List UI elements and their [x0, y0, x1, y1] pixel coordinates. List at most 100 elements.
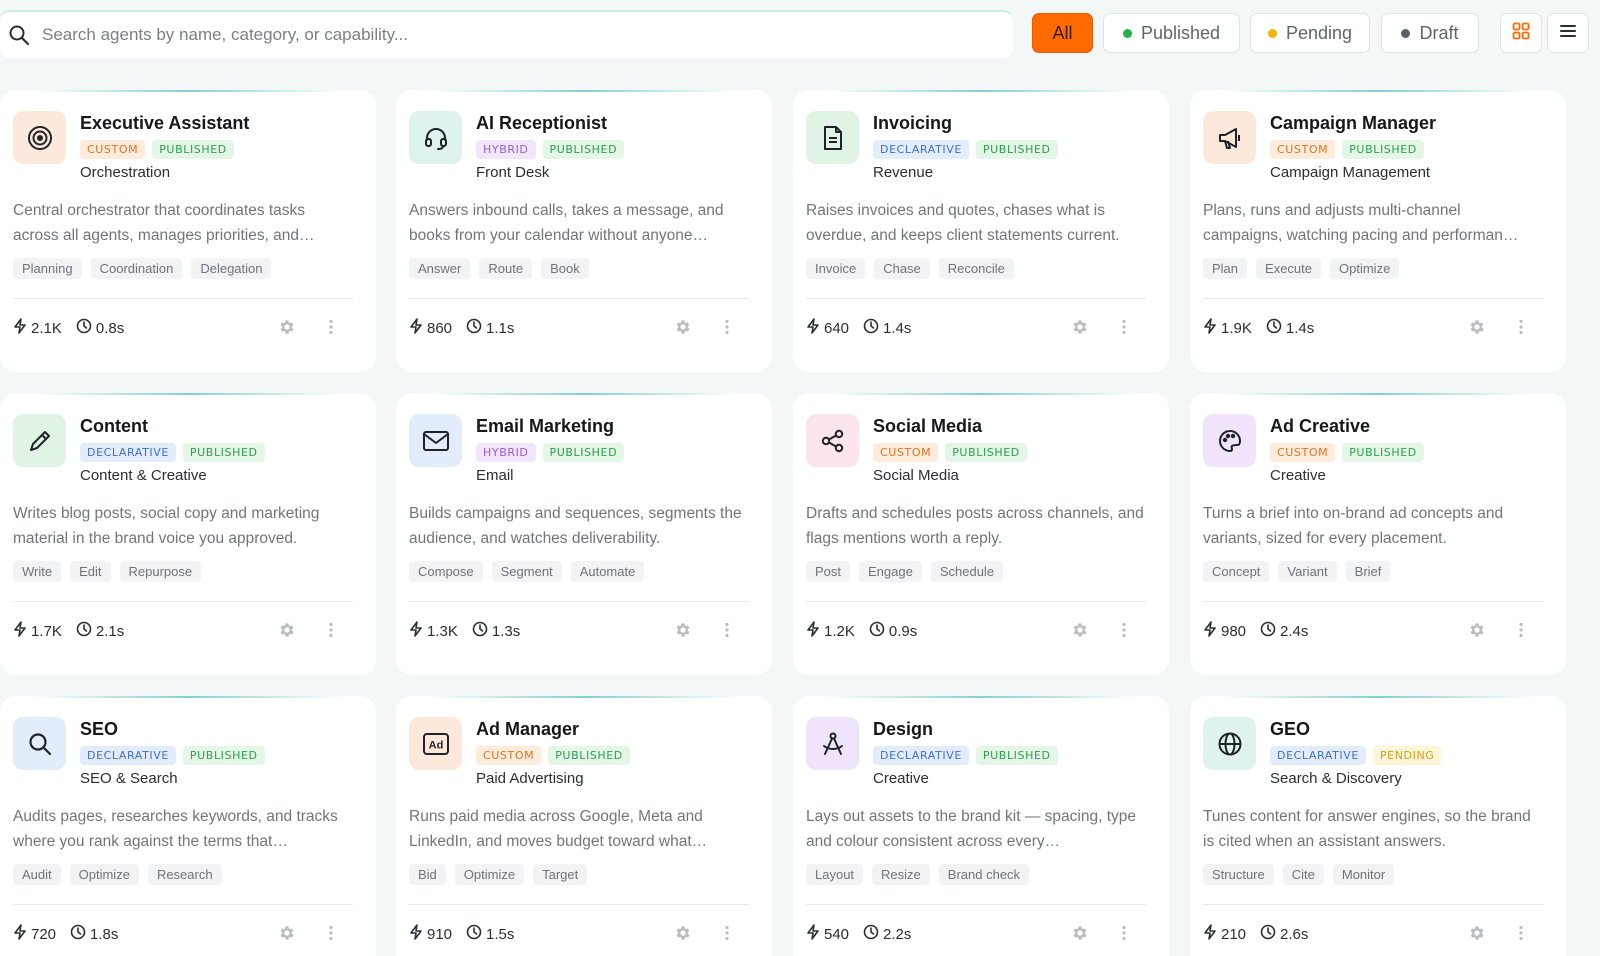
toolbar: Search agents by name, category, or capa…: [0, 8, 1600, 60]
status-badge: PENDING: [1372, 746, 1442, 765]
clock-icon: [76, 621, 92, 641]
more-options-icon[interactable]: [1511, 923, 1531, 943]
settings-gear-icon[interactable]: [1467, 317, 1487, 337]
filter-published-label: Published: [1140, 22, 1221, 43]
runs-count: 720: [31, 925, 57, 943]
type-badge: DECLARATIVE: [873, 140, 969, 159]
more-options-icon[interactable]: [717, 923, 737, 943]
filter-published-button[interactable]: Published: [1103, 13, 1240, 53]
settings-gear-icon[interactable]: [1070, 923, 1090, 943]
latency-value: 2.1s: [95, 622, 125, 640]
runs-count: 640: [824, 319, 850, 337]
divider: [1203, 298, 1543, 299]
agent-title: SEO: [80, 719, 119, 739]
grid-view-button[interactable]: [1500, 13, 1542, 53]
agent-title: Ad Creative: [1270, 416, 1371, 436]
megaphone-icon: [1203, 111, 1256, 164]
status-badge: PUBLISHED: [542, 140, 625, 159]
agent-card[interactable]: SEO DECLARATIVE PUBLISHED SEO & Search A…: [0, 696, 376, 956]
agent-card[interactable]: Ad Ad Manager CUSTOM PUBLISHED Paid Adve…: [396, 696, 772, 956]
settings-gear-icon[interactable]: [1070, 620, 1090, 640]
filter-pending-label: Pending: [1285, 22, 1353, 43]
palette-icon: [1203, 414, 1256, 467]
settings-gear-icon[interactable]: [673, 923, 693, 943]
divider: [409, 298, 749, 299]
more-options-icon[interactable]: [1511, 620, 1531, 640]
settings-gear-icon[interactable]: [1467, 620, 1487, 640]
agent-category: Creative: [873, 770, 929, 787]
agent-category: Search & Discovery: [1270, 770, 1402, 787]
latency-value: 2.2s: [883, 925, 912, 943]
more-options-icon[interactable]: [717, 620, 737, 640]
settings-gear-icon[interactable]: [277, 620, 297, 640]
capability-tag: Repurpose: [119, 561, 202, 582]
filter-all-button[interactable]: All: [1032, 13, 1093, 53]
settings-gear-icon[interactable]: [277, 317, 297, 337]
filter-pending-button[interactable]: Pending: [1250, 13, 1370, 53]
more-options-icon[interactable]: [1114, 620, 1134, 640]
more-options-icon[interactable]: [1114, 923, 1134, 943]
status-badge: PUBLISHED: [152, 140, 234, 159]
type-badge: DECLARATIVE: [1270, 746, 1366, 765]
settings-gear-icon[interactable]: [1467, 923, 1487, 943]
search-icon: [13, 717, 66, 770]
capability-tag: Cite: [1282, 864, 1324, 885]
divider: [1203, 601, 1543, 602]
list-view-button[interactable]: [1547, 13, 1589, 53]
capability-tag: Optimize: [1330, 258, 1400, 279]
more-options-icon[interactable]: [321, 317, 341, 337]
capability-tag: Variant: [1278, 561, 1337, 582]
more-options-icon[interactable]: [717, 317, 737, 337]
agent-card[interactable]: Content DECLARATIVE PUBLISHED Content & …: [0, 393, 376, 675]
more-options-icon[interactable]: [1114, 317, 1134, 337]
tag-list: Plan Execute Optimize: [1203, 258, 1400, 279]
settings-gear-icon[interactable]: [1070, 317, 1090, 337]
more-options-icon[interactable]: [321, 923, 341, 943]
agent-card[interactable]: AI Receptionist HYBRID PUBLISHED Front D…: [396, 90, 772, 372]
agent-card[interactable]: Invoicing DECLARATIVE PUBLISHED Revenue …: [793, 90, 1169, 372]
capability-tag: Segment: [491, 561, 562, 582]
agent-card[interactable]: Executive Assistant CUSTOM PUBLISHED Orc…: [0, 90, 376, 372]
settings-gear-icon[interactable]: [277, 923, 297, 943]
clock-icon: [472, 621, 488, 641]
settings-gear-icon[interactable]: [673, 620, 693, 640]
clock-icon: [466, 318, 482, 338]
agent-description: Turns a brief into on-brand ad concepts …: [1203, 505, 1504, 547]
clock-icon: [863, 924, 879, 944]
agent-description: Plans, runs and adjusts multi-channel ca…: [1203, 202, 1519, 244]
agent-card[interactable]: Email Marketing HYBRID PUBLISHED Email B…: [396, 393, 772, 675]
agent-title: Social Media: [873, 416, 983, 436]
agent-card[interactable]: Ad Creative CUSTOM PUBLISHED Creative Tu…: [1190, 393, 1566, 675]
tag-list: Layout Resize Brand check: [806, 864, 1030, 885]
capability-tag: Target: [533, 864, 588, 885]
capability-tag: Monitor: [1332, 864, 1395, 885]
settings-gear-icon[interactable]: [673, 317, 693, 337]
agent-category: Front Desk: [476, 164, 550, 181]
tag-list: Post Engage Schedule: [806, 561, 1004, 582]
envelope-icon: [409, 414, 462, 467]
agent-card[interactable]: Campaign Manager CUSTOM PUBLISHED Campai…: [1190, 90, 1566, 372]
capability-tag: Schedule: [930, 561, 1004, 582]
runs-count: 540: [824, 925, 850, 943]
agent-card[interactable]: GEO DECLARATIVE PENDING Search & Discove…: [1190, 696, 1566, 956]
runs-count: 980: [1221, 622, 1247, 640]
bolt-icon: [806, 924, 820, 944]
agent-description: Answers inbound calls, takes a message, …: [409, 202, 724, 244]
bolt-icon: [13, 924, 27, 944]
agent-card[interactable]: Social Media CUSTOM PUBLISHED Social Med…: [793, 393, 1169, 675]
divider: [13, 601, 353, 602]
type-badge: CUSTOM: [1270, 443, 1336, 462]
target-icon: [13, 111, 66, 164]
divider: [13, 904, 353, 905]
filter-all-label: All: [1052, 22, 1073, 43]
more-options-icon[interactable]: [1511, 317, 1531, 337]
search-input[interactable]: Search agents by name, category, or capa…: [0, 10, 1013, 58]
agent-category: SEO & Search: [80, 770, 178, 787]
capability-tag: Automate: [570, 561, 645, 582]
agent-card[interactable]: Design DECLARATIVE PUBLISHED Creative La…: [793, 696, 1169, 956]
agent-description: Audits pages, researches keywords, and t…: [13, 808, 338, 850]
published-dot-icon: [1122, 28, 1132, 38]
more-options-icon[interactable]: [321, 620, 341, 640]
filter-draft-button[interactable]: Draft: [1381, 13, 1479, 53]
runs-count: 910: [427, 925, 453, 943]
